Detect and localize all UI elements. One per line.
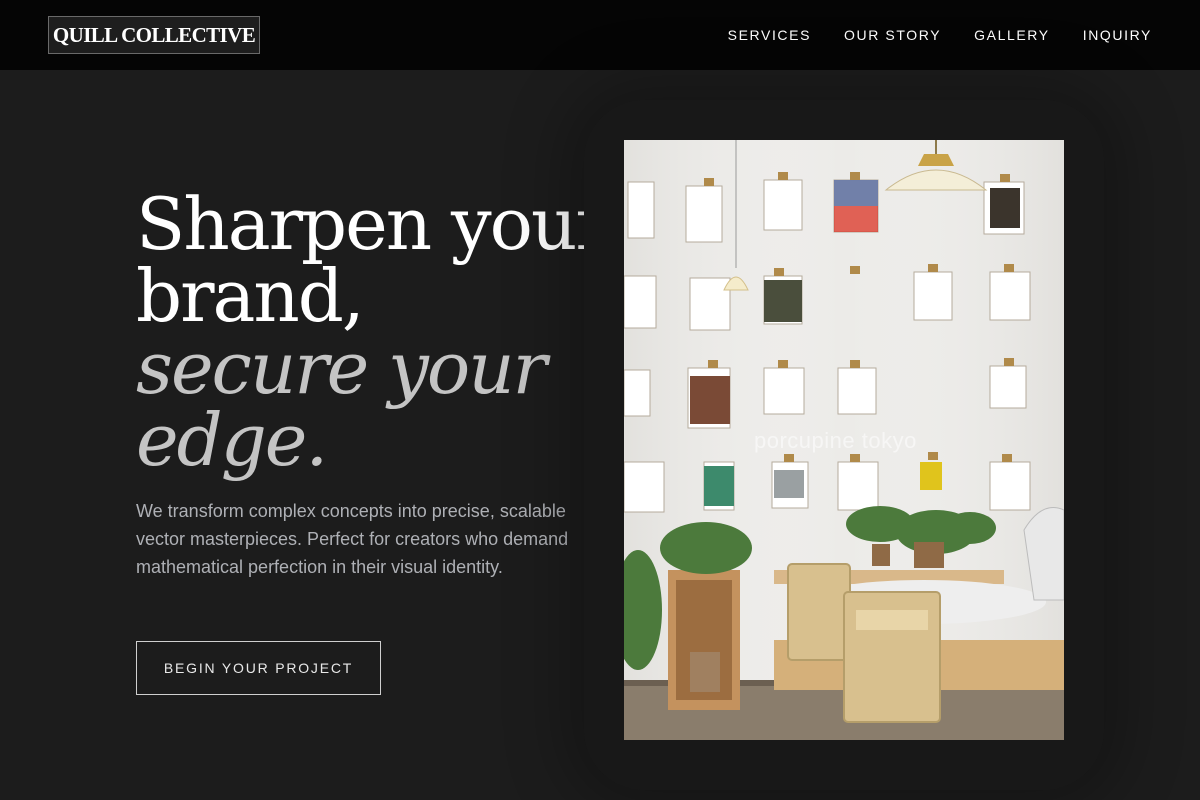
nav-services[interactable]: SERVICES <box>728 25 811 45</box>
site-header: QUILL COLLECTIVE SERVICES OUR STORY GALL… <box>0 0 1200 70</box>
hero-title-accent-2: edge. <box>136 398 328 482</box>
main-nav: SERVICES OUR STORY GALLERY INQUIRY <box>728 25 1152 45</box>
nav-gallery[interactable]: GALLERY <box>974 25 1050 45</box>
hero-photo: porcupine tokyo <box>624 140 1064 740</box>
nav-our-story[interactable]: OUR STORY <box>844 25 941 45</box>
hero-title-line-2: brand, <box>136 254 365 338</box>
hero-description: We transform complex concepts into preci… <box>136 501 569 577</box>
hero-title-line-1: Sharpen your <box>136 182 610 266</box>
brand-logo[interactable]: QUILL COLLECTIVE <box>48 16 260 54</box>
begin-project-button[interactable]: BEGIN YOUR PROJECT <box>136 641 381 695</box>
photo-watermark: porcupine tokyo <box>754 428 917 453</box>
nav-inquiry[interactable]: INQUIRY <box>1083 25 1152 45</box>
hero-title-accent-1: secure your <box>136 326 547 410</box>
hero-title: Sharpen your brand, secure your edge. <box>136 182 610 482</box>
